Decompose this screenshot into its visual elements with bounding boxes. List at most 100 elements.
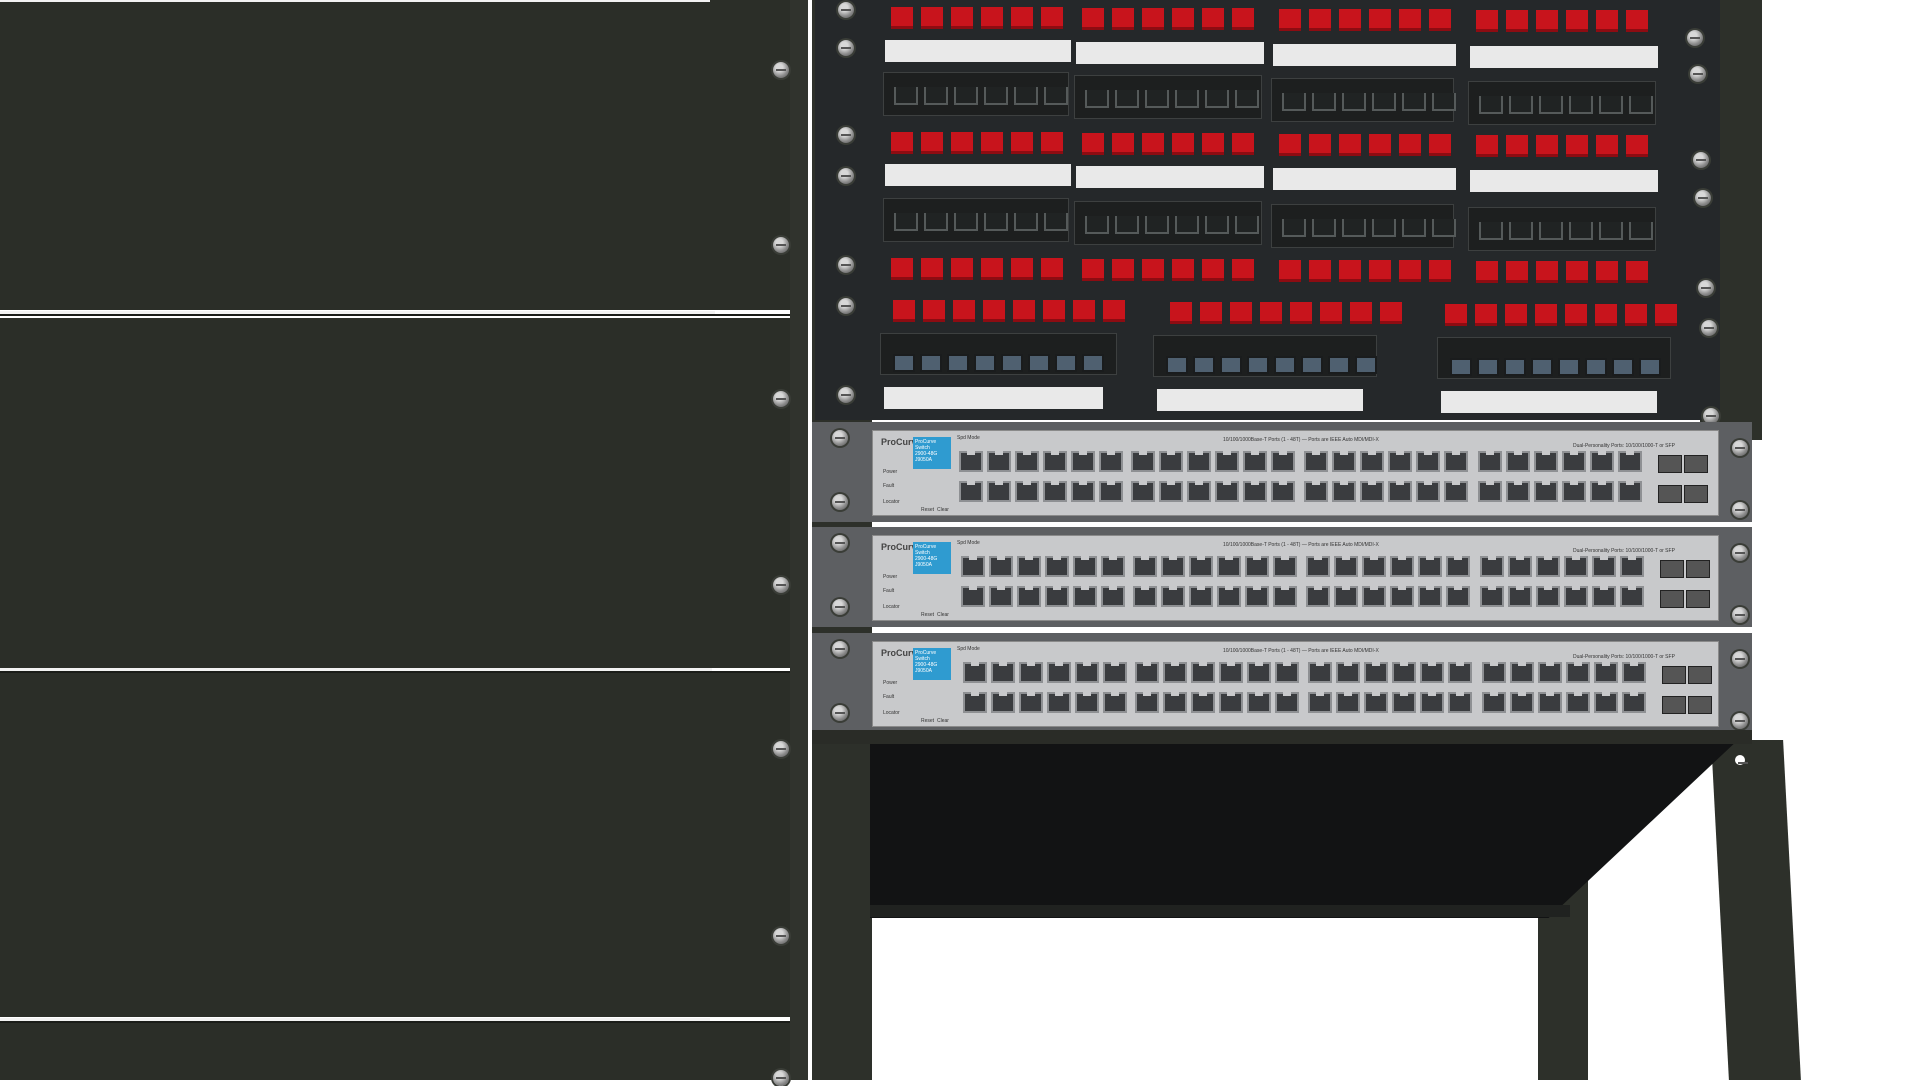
rj45-port-icon[interactable] [1133,586,1157,607]
rj45-port-icon[interactable] [961,556,985,577]
rj45-port-icon[interactable] [1273,556,1297,577]
rj45-port-icon[interactable] [1159,481,1183,502]
rj45-port-icon[interactable] [1275,662,1299,683]
rj45-port-icon[interactable] [1135,662,1159,683]
sfp-port-icon[interactable] [1688,696,1712,714]
sfp-port-icon[interactable] [1658,485,1682,503]
rj45-port-icon[interactable] [1047,662,1071,683]
rj45-port-icon[interactable] [1243,481,1267,502]
rj45-port-icon[interactable] [1534,451,1558,472]
rj45-port-icon[interactable] [1360,481,1384,502]
rj45-port-icon[interactable] [959,451,983,472]
rj45-port-icon[interactable] [1478,451,1502,472]
rj45-port-icon[interactable] [1418,556,1442,577]
rj45-port-icon[interactable] [1418,586,1442,607]
sfp-port-icon[interactable] [1686,590,1710,608]
rj45-port-icon[interactable] [1219,692,1243,713]
rj45-port-icon[interactable] [1187,451,1211,472]
rj45-port-icon[interactable] [1506,451,1530,472]
rj45-port-icon[interactable] [1131,481,1155,502]
sfp-port-icon[interactable] [1662,666,1686,684]
rj45-port-icon[interactable] [1566,692,1590,713]
rj45-port-icon[interactable] [1101,586,1125,607]
rj45-port-icon[interactable] [1566,662,1590,683]
rj45-port-icon[interactable] [1536,556,1560,577]
rj45-port-icon[interactable] [1304,451,1328,472]
sfp-port-icon[interactable] [1686,560,1710,578]
rj45-port-icon[interactable] [1336,692,1360,713]
rj45-port-icon[interactable] [1446,586,1470,607]
rj45-port-icon[interactable] [1622,692,1646,713]
rj45-port-icon[interactable] [1510,662,1534,683]
rj45-port-icon[interactable] [1103,662,1127,683]
rj45-port-icon[interactable] [1618,451,1642,472]
rj45-port-icon[interactable] [1306,586,1330,607]
rj45-port-icon[interactable] [1332,451,1356,472]
rj45-port-icon[interactable] [1592,586,1616,607]
rj45-port-icon[interactable] [1017,556,1041,577]
rj45-port-icon[interactable] [1071,451,1095,472]
rj45-port-icon[interactable] [1217,586,1241,607]
rj45-port-icon[interactable] [1446,556,1470,577]
rj45-port-icon[interactable] [1306,556,1330,577]
rj45-port-icon[interactable] [1508,556,1532,577]
rj45-port-icon[interactable] [1416,451,1440,472]
rj45-port-icon[interactable] [989,556,1013,577]
rj45-port-icon[interactable] [1189,556,1213,577]
rj45-port-icon[interactable] [963,662,987,683]
rj45-port-icon[interactable] [991,692,1015,713]
rj45-port-icon[interactable] [1538,692,1562,713]
rj45-port-icon[interactable] [1043,481,1067,502]
rj45-port-icon[interactable] [1564,556,1588,577]
rj45-port-icon[interactable] [1562,481,1586,502]
rj45-port-icon[interactable] [1271,481,1295,502]
rj45-port-icon[interactable] [1163,692,1187,713]
rj45-port-icon[interactable] [1590,451,1614,472]
rj45-port-icon[interactable] [1590,481,1614,502]
rj45-port-icon[interactable] [1271,451,1295,472]
rj45-port-icon[interactable] [1245,586,1269,607]
rj45-port-icon[interactable] [1508,586,1532,607]
rj45-port-icon[interactable] [1135,692,1159,713]
rj45-port-icon[interactable] [1362,556,1386,577]
rj45-port-icon[interactable] [1047,692,1071,713]
sfp-port-icon[interactable] [1658,455,1682,473]
rj45-port-icon[interactable] [1592,556,1616,577]
rj45-port-icon[interactable] [1480,586,1504,607]
rj45-port-icon[interactable] [1336,662,1360,683]
rj45-port-icon[interactable] [1618,481,1642,502]
rj45-port-icon[interactable] [1390,556,1414,577]
rj45-port-icon[interactable] [1161,586,1185,607]
rj45-port-icon[interactable] [1620,586,1644,607]
rj45-port-icon[interactable] [1482,662,1506,683]
sfp-port-icon[interactable] [1660,560,1684,578]
rj45-port-icon[interactable] [1392,692,1416,713]
rj45-port-icon[interactable] [1219,662,1243,683]
rj45-port-icon[interactable] [1073,586,1097,607]
rj45-port-icon[interactable] [1622,662,1646,683]
rj45-port-icon[interactable] [1362,586,1386,607]
rj45-port-icon[interactable] [1480,556,1504,577]
rj45-port-icon[interactable] [987,481,1011,502]
rj45-port-icon[interactable] [1448,692,1472,713]
rj45-port-icon[interactable] [1131,451,1155,472]
rj45-port-icon[interactable] [1482,692,1506,713]
rj45-port-icon[interactable] [1506,481,1530,502]
sfp-port-icon[interactable] [1684,455,1708,473]
sfp-port-icon[interactable] [1660,590,1684,608]
rj45-port-icon[interactable] [1390,586,1414,607]
rj45-port-icon[interactable] [1444,451,1468,472]
rj45-port-icon[interactable] [963,692,987,713]
rj45-port-icon[interactable] [1594,662,1618,683]
rj45-port-icon[interactable] [1191,692,1215,713]
sfp-port-icon[interactable] [1662,696,1686,714]
rj45-port-icon[interactable] [1448,662,1472,683]
rj45-port-icon[interactable] [1015,481,1039,502]
rj45-port-icon[interactable] [1215,481,1239,502]
rj45-port-icon[interactable] [1075,662,1099,683]
rj45-port-icon[interactable] [1099,481,1123,502]
rj45-port-icon[interactable] [1538,662,1562,683]
rj45-port-icon[interactable] [1019,662,1043,683]
rj45-port-icon[interactable] [1019,692,1043,713]
rj45-port-icon[interactable] [1187,481,1211,502]
